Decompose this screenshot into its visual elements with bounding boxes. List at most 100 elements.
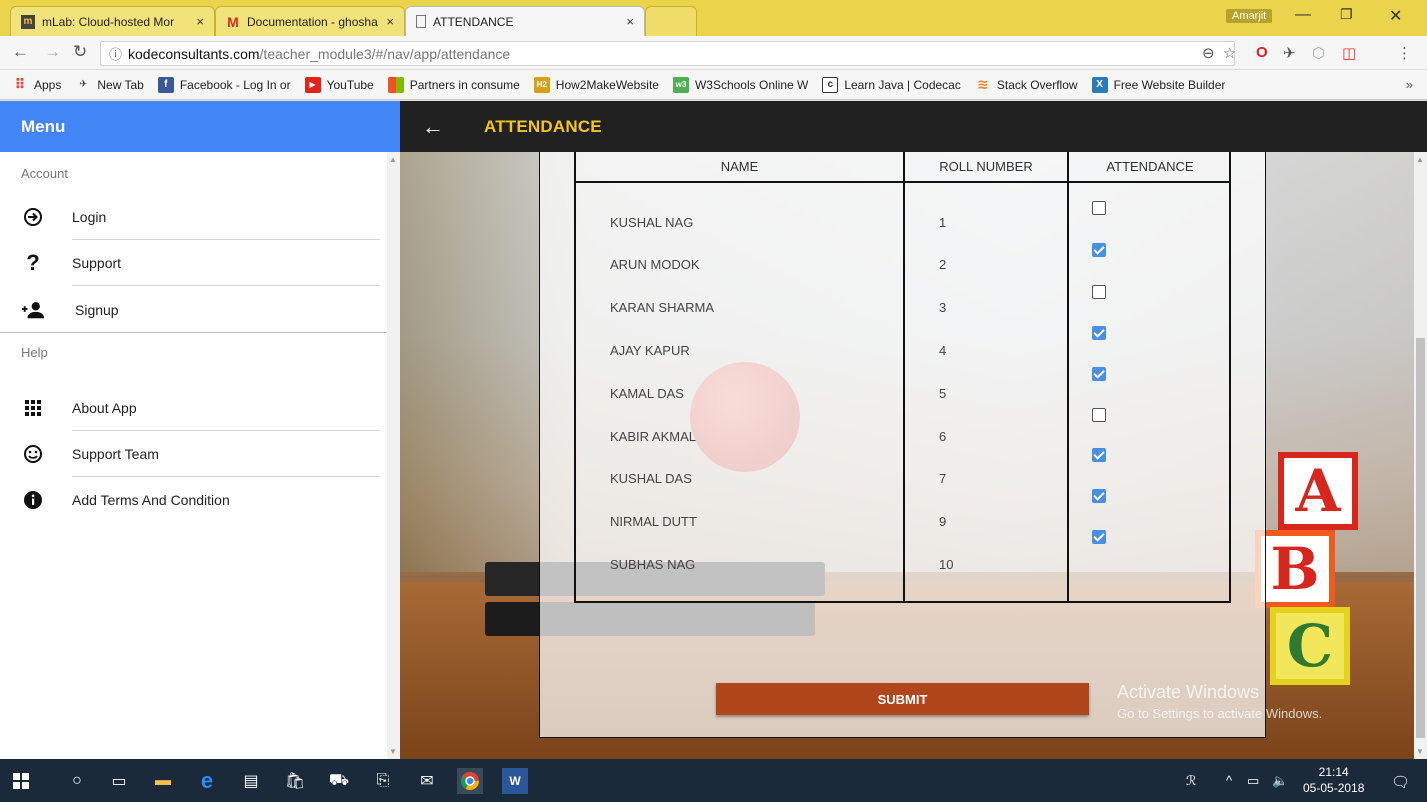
browser-tab-attendance[interactable]: ATTENDANCE ×: [405, 6, 645, 36]
volume-icon[interactable]: 🔈: [1272, 773, 1288, 789]
zoom-icon[interactable]: ⊖: [1202, 44, 1215, 62]
scrollbar-thumb[interactable]: [1416, 338, 1425, 738]
menu-item-support[interactable]: ? Support: [0, 240, 400, 286]
tab-title: mLab: Cloud-hosted Mor: [42, 14, 175, 29]
activate-windows-watermark: Activate Windows Go to Settings to activ…: [1117, 682, 1322, 721]
builder-icon: X: [1091, 76, 1108, 93]
bookmark-new-tab[interactable]: ✈ New Tab: [75, 77, 144, 93]
windows-start-icon[interactable]: [8, 768, 34, 794]
attendance-checkbox[interactable]: [1092, 243, 1106, 257]
name-column-header: NAME: [576, 152, 903, 183]
menu-item-about-app[interactable]: About App: [0, 385, 400, 431]
url-input[interactable]: ⓘ kodeconsultants.com /teacher_module3/#…: [100, 41, 1235, 66]
chrome-menu-icon[interactable]: ⋮: [1397, 44, 1412, 62]
bookmark-stackoverflow[interactable]: ≋ Stack Overflow: [975, 76, 1078, 93]
bookmark-partners[interactable]: Partners in consume: [387, 76, 520, 93]
menu-item-signup[interactable]: Signup: [0, 286, 400, 333]
store-icon[interactable]: 🛍: [282, 768, 308, 794]
attendance-checkbox[interactable]: [1092, 530, 1106, 544]
roll-number: 7: [939, 471, 947, 486]
back-arrow-icon[interactable]: ←: [422, 114, 444, 140]
attendance-checkbox[interactable]: [1092, 201, 1106, 215]
more-bookmarks-icon[interactable]: »: [1406, 77, 1413, 92]
people-icon[interactable]: ℛ: [1186, 773, 1196, 789]
profile-button[interactable]: Amarjit: [1226, 9, 1273, 23]
bookmark-facebook[interactable]: f Facebook - Log In or: [157, 76, 291, 93]
scroll-down-icon[interactable]: ▼: [389, 747, 397, 756]
tray-chevron-icon[interactable]: ^: [1226, 773, 1232, 788]
menu-item-label: Signup: [75, 301, 119, 318]
scroll-down-icon[interactable]: ▼: [1416, 747, 1424, 756]
letter-block-c: C: [1270, 607, 1350, 685]
menu-item-terms[interactable]: Add Terms And Condition: [0, 477, 400, 523]
system-clock[interactable]: 21:14 05-05-2018: [1303, 764, 1364, 796]
youtube-icon: ▶: [304, 76, 321, 93]
roll-number: 9: [939, 514, 947, 529]
name-column: NAME KUSHAL NAG ARUN MODOK KARAN SHARMA …: [576, 152, 903, 601]
new-tab-button[interactable]: [645, 6, 697, 36]
bookmark-apps[interactable]: ⠿ Apps: [12, 76, 62, 93]
attendance-checkbox[interactable]: [1092, 448, 1106, 462]
minimize-icon[interactable]: —: [1295, 6, 1311, 24]
extension-icon[interactable]: ⬡: [1312, 44, 1325, 62]
attendance-checkbox[interactable]: [1092, 285, 1106, 299]
info-icon: [21, 488, 45, 512]
bookmark-w3schools[interactable]: w3 W3Schools Online W: [672, 76, 808, 93]
browser-tab-documentation[interactable]: M Documentation - ghosha ×: [215, 6, 405, 36]
scroll-up-icon[interactable]: ▲: [389, 155, 397, 164]
opera-icon[interactable]: O: [1256, 44, 1268, 61]
attendance-column-header: ATTENDANCE: [1069, 152, 1231, 183]
chrome-icon[interactable]: [457, 768, 483, 794]
mail-icon[interactable]: ✉: [414, 768, 440, 794]
clock-date: 05-05-2018: [1303, 781, 1365, 795]
battery-icon[interactable]: ▭: [1247, 773, 1259, 789]
side-menu: Menu Account Login ? Support Signup Help…: [0, 101, 400, 759]
search-icon[interactable]: ○: [64, 768, 90, 794]
forward-icon[interactable]: →: [44, 42, 61, 62]
mlab-icon: m: [21, 14, 35, 29]
bookmark-youtube[interactable]: ▶ YouTube: [304, 76, 374, 93]
w3schools-icon: w3: [672, 76, 689, 93]
pocket-icon[interactable]: ◫: [1342, 44, 1356, 62]
attendance-checkbox[interactable]: [1092, 489, 1106, 503]
menu-item-login[interactable]: Login: [0, 194, 400, 240]
attendance-checkbox[interactable]: [1092, 367, 1106, 381]
roll-number-column-header: ROLL NUMBER: [905, 152, 1067, 183]
attendance-checkbox[interactable]: [1092, 408, 1106, 422]
reload-icon[interactable]: ↻: [73, 42, 87, 62]
notifications-icon[interactable]: 🗨: [1391, 773, 1410, 791]
word-icon[interactable]: W: [502, 768, 528, 794]
browser-tab-mlab[interactable]: m mLab: Cloud-hosted Mor ×: [10, 6, 215, 36]
info-icon[interactable]: ⓘ: [109, 44, 122, 63]
extension-icon[interactable]: ✈: [1283, 44, 1296, 62]
bookmark-how2make[interactable]: H2 How2MakeWebsite: [533, 76, 659, 93]
edge-icon[interactable]: e: [194, 768, 220, 794]
app-icon[interactable]: ⛟: [326, 768, 352, 794]
facebook-icon: f: [157, 76, 174, 93]
close-window-icon[interactable]: ✕: [1389, 6, 1402, 26]
bookmark-star-icon[interactable]: ☆: [1223, 44, 1236, 62]
restore-icon[interactable]: ❐: [1340, 6, 1353, 23]
network-app-icon[interactable]: ⎘: [370, 768, 396, 794]
stackoverflow-icon: ≋: [976, 76, 989, 92]
content-scrollbar[interactable]: ▲ ▼: [1414, 152, 1427, 759]
windows-taskbar: ○ ▭ ▬ e ▤ 🛍 ⛟ ⎘ ✉ W ℛ ^ ▭ 🔈 21:14 05-05-…: [0, 759, 1427, 802]
terminal-icon[interactable]: ▤: [238, 768, 264, 794]
back-icon[interactable]: ←: [12, 42, 29, 62]
attendance-checkbox[interactable]: [1092, 326, 1106, 340]
close-tab-icon[interactable]: ×: [626, 14, 634, 29]
submit-button[interactable]: SUBMIT: [716, 683, 1089, 715]
task-view-icon[interactable]: ▭: [106, 768, 132, 794]
apps-grid-icon: ⠿: [14, 76, 26, 92]
menu-item-label: Add Terms And Condition: [72, 492, 230, 508]
menu-item-support-team[interactable]: Support Team: [0, 431, 400, 477]
close-tab-icon[interactable]: ×: [386, 14, 394, 29]
file-explorer-icon[interactable]: ▬: [150, 768, 176, 794]
menu-item-label: Login: [72, 209, 107, 225]
scroll-up-icon[interactable]: ▲: [1416, 155, 1424, 164]
sidebar-scrollbar[interactable]: ▲ ▼: [387, 152, 400, 759]
bookmark-website-builder[interactable]: X Free Website Builder: [1091, 76, 1225, 93]
bookmark-codecademy[interactable]: c Learn Java | Codecac: [822, 76, 961, 93]
html-icon: H2: [533, 76, 550, 93]
close-tab-icon[interactable]: ×: [196, 14, 204, 29]
